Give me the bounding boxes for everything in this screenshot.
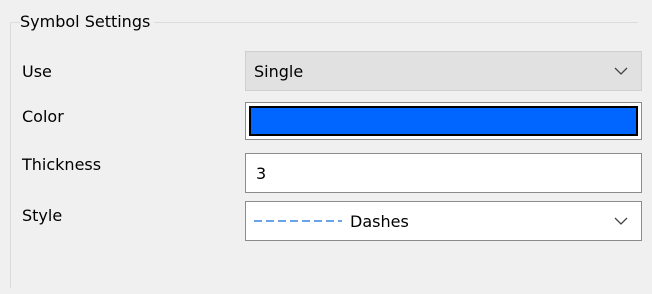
- style-dropdown[interactable]: Dashes: [245, 201, 642, 241]
- dashed-line-icon: [254, 220, 342, 222]
- color-picker[interactable]: [245, 102, 642, 140]
- use-dropdown-value: Single: [254, 61, 304, 81]
- use-dropdown[interactable]: Single: [245, 51, 642, 91]
- style-dropdown-label: Dashes: [350, 211, 409, 231]
- thickness-label: Thickness: [22, 155, 102, 174]
- color-label: Color: [22, 107, 64, 126]
- style-dropdown-value: Dashes: [246, 212, 601, 231]
- use-label: Use: [22, 62, 52, 81]
- chevron-down-icon: [601, 202, 641, 240]
- color-swatch: [249, 106, 638, 136]
- chevron-down-icon: [601, 52, 641, 90]
- style-label: Style: [22, 206, 63, 225]
- thickness-input[interactable]: [245, 153, 642, 193]
- group-title: Symbol Settings: [20, 10, 155, 34]
